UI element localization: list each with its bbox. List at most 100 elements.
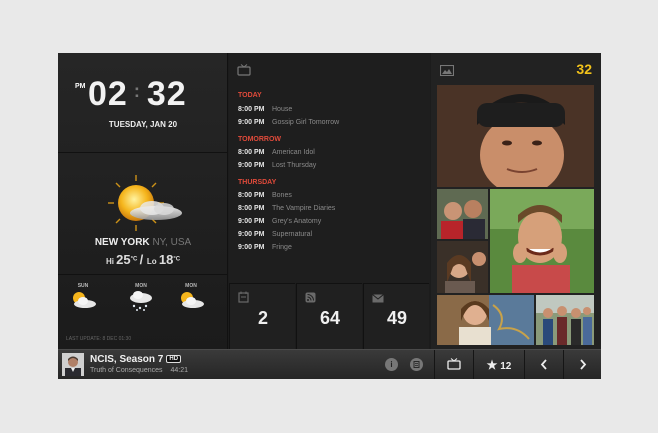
show-title: Grey's Anatomy <box>272 218 322 225</box>
show-time: 9:00 PM <box>238 119 265 126</box>
dashboard-device: PM 02:32 TUESDAY, JAN 20 NEW YORK NY, US… <box>58 53 601 379</box>
clock-colon: : <box>133 81 141 101</box>
counter-tiles: 2 64 49 <box>229 283 430 349</box>
sun-cloud-icon <box>96 173 192 233</box>
photo-large[interactable] <box>437 85 594 187</box>
show-title: American Idol <box>272 149 315 156</box>
weather-hi-lo: Hi 25°C / Lo 18°C <box>58 252 228 267</box>
tv-button[interactable] <box>435 350 473 379</box>
schedule-day-header: TODAY <box>238 92 262 99</box>
lo-label: Lo <box>146 257 157 266</box>
favorites-button[interactable]: ★ 12 <box>474 350 524 379</box>
clock-date: TUESDAY, JAN 20 <box>108 120 178 129</box>
hi-temp: 25 <box>116 252 131 267</box>
show-title: House <box>272 106 293 113</box>
mail-icon <box>372 290 384 308</box>
photo-thumb[interactable] <box>490 189 594 293</box>
favorites-count: 12 <box>500 361 512 372</box>
hd-badge: HD <box>166 355 182 363</box>
show-title: Gossip Girl Tomorrow <box>272 119 340 126</box>
left-panel: PM 02:32 TUESDAY, JAN 20 NEW YORK NY, US… <box>58 53 228 349</box>
episode-title: Truth of Consequences <box>90 367 163 374</box>
show-time: 8:00 PM <box>238 106 265 113</box>
photo-thumb[interactable] <box>437 295 534 345</box>
now-playing-thumbnail[interactable] <box>62 353 84 376</box>
weather-city: NEW YORK <box>94 237 150 248</box>
bottom-toolbar: NCIS, Season 7 HD Truth of Consequences 44… <box>58 349 601 379</box>
clock-ampm: PM <box>75 83 86 90</box>
photo-count: 32 <box>576 61 592 77</box>
schedule-item[interactable]: 9:00 PM Lost Thursday <box>238 162 316 169</box>
weather-widget[interactable]: NEW YORK NY, USA Hi 25°C / Lo 18°C <box>58 153 228 275</box>
list-icon[interactable] <box>410 358 423 371</box>
next-button[interactable] <box>564 350 601 379</box>
show-title: Bones <box>272 192 292 199</box>
show-time: 9:00 PM <box>238 231 265 238</box>
calendar-icon <box>238 290 249 308</box>
prev-button[interactable] <box>525 350 563 379</box>
show-title: Supernatural <box>272 231 313 238</box>
tv-schedule: TODAY 8:00 PM House 9:00 PM Gossip Girl To… <box>229 53 430 283</box>
photos-panel: 32 <box>431 53 601 349</box>
hi-unit: °C <box>130 256 138 263</box>
schedule-item[interactable]: 8:00 PM Bones <box>238 192 292 199</box>
info-icon[interactable]: i <box>385 358 398 371</box>
weather-state: NY, USA <box>152 237 192 248</box>
hilo-divider: / <box>139 252 147 267</box>
schedule-item[interactable]: 9:00 PM Supernatural <box>238 231 312 238</box>
schedule-day-header: TOMORROW <box>238 136 282 143</box>
clock-hours: 02 <box>88 75 128 113</box>
episode-duration: 44:21 <box>170 367 189 374</box>
show-time: 9:00 PM <box>238 218 265 225</box>
star-icon: ★ <box>486 358 498 372</box>
lo-unit: °C <box>173 256 181 263</box>
schedule-item[interactable]: 9:00 PM Fringe <box>238 244 292 251</box>
lo-temp: 18 <box>158 252 174 267</box>
rss-counter[interactable]: 64 <box>296 283 362 349</box>
photo-thumb[interactable] <box>437 241 488 293</box>
show-time: 9:00 PM <box>238 244 265 251</box>
last-update: LAST UPDATE: 8 DEC 01:30 <box>66 336 132 342</box>
snow-cloud-icon <box>130 291 152 311</box>
schedule-item[interactable]: 8:00 PM American Idol <box>238 149 315 156</box>
forecast-day[interactable]: MON <box>121 283 161 316</box>
show-title: The Vampire Diaries <box>272 205 336 212</box>
show-time: 8:00 PM <box>238 192 265 199</box>
tv-icon <box>237 63 251 81</box>
schedule-item[interactable]: 9:00 PM Gossip Girl Tomorrow <box>238 119 339 126</box>
show-time: 8:00 PM <box>238 149 265 156</box>
schedule-day-header: THURSDAY <box>238 179 277 186</box>
rss-count: 64 <box>319 308 341 328</box>
hi-label: Hi <box>105 257 114 266</box>
chevron-right-icon <box>579 359 586 370</box>
sun-cloud-icon <box>73 292 96 308</box>
weather-forecast: SUN MON MON LAST UPDATE: 8 DEC 01:30 <box>58 275 228 349</box>
rss-icon <box>305 290 316 308</box>
clock-minutes: 32 <box>146 75 187 113</box>
schedule-item[interactable]: 8:00 PM House <box>238 106 292 113</box>
calendar-counter[interactable]: 2 <box>229 283 295 349</box>
show-name: NCIS, Season 7 <box>90 354 164 365</box>
now-playing-title: NCIS, Season 7 HD <box>90 354 182 365</box>
clock-time: 02:32 <box>88 75 187 114</box>
forecast-day[interactable]: SUN <box>63 283 103 316</box>
show-title: Fringe <box>272 244 292 251</box>
schedule-item[interactable]: 8:00 PM The Vampire Diaries <box>238 205 335 212</box>
show-time: 8:00 PM <box>238 205 265 212</box>
tv-icon <box>447 358 461 371</box>
calendar-count: 2 <box>257 308 268 328</box>
forecast-day[interactable]: MON <box>171 283 211 316</box>
weather-location: NEW YORK NY, USA <box>58 237 228 248</box>
sun-cloud-icon <box>181 292 204 308</box>
mail-count: 49 <box>386 308 408 328</box>
photo-thumb[interactable] <box>536 295 594 345</box>
mail-counter[interactable]: 49 <box>363 283 429 349</box>
chevron-left-icon <box>540 359 547 370</box>
schedule-item[interactable]: 9:00 PM Grey's Anatomy <box>238 218 321 225</box>
photo-icon <box>439 63 455 81</box>
now-playing-episode: Truth of Consequences 44:21 <box>90 367 188 374</box>
photo-thumb[interactable] <box>437 189 488 239</box>
clock-widget[interactable]: PM 02:32 TUESDAY, JAN 20 <box>58 53 228 153</box>
show-title: Lost Thursday <box>272 162 317 169</box>
show-time: 9:00 PM <box>238 162 265 169</box>
